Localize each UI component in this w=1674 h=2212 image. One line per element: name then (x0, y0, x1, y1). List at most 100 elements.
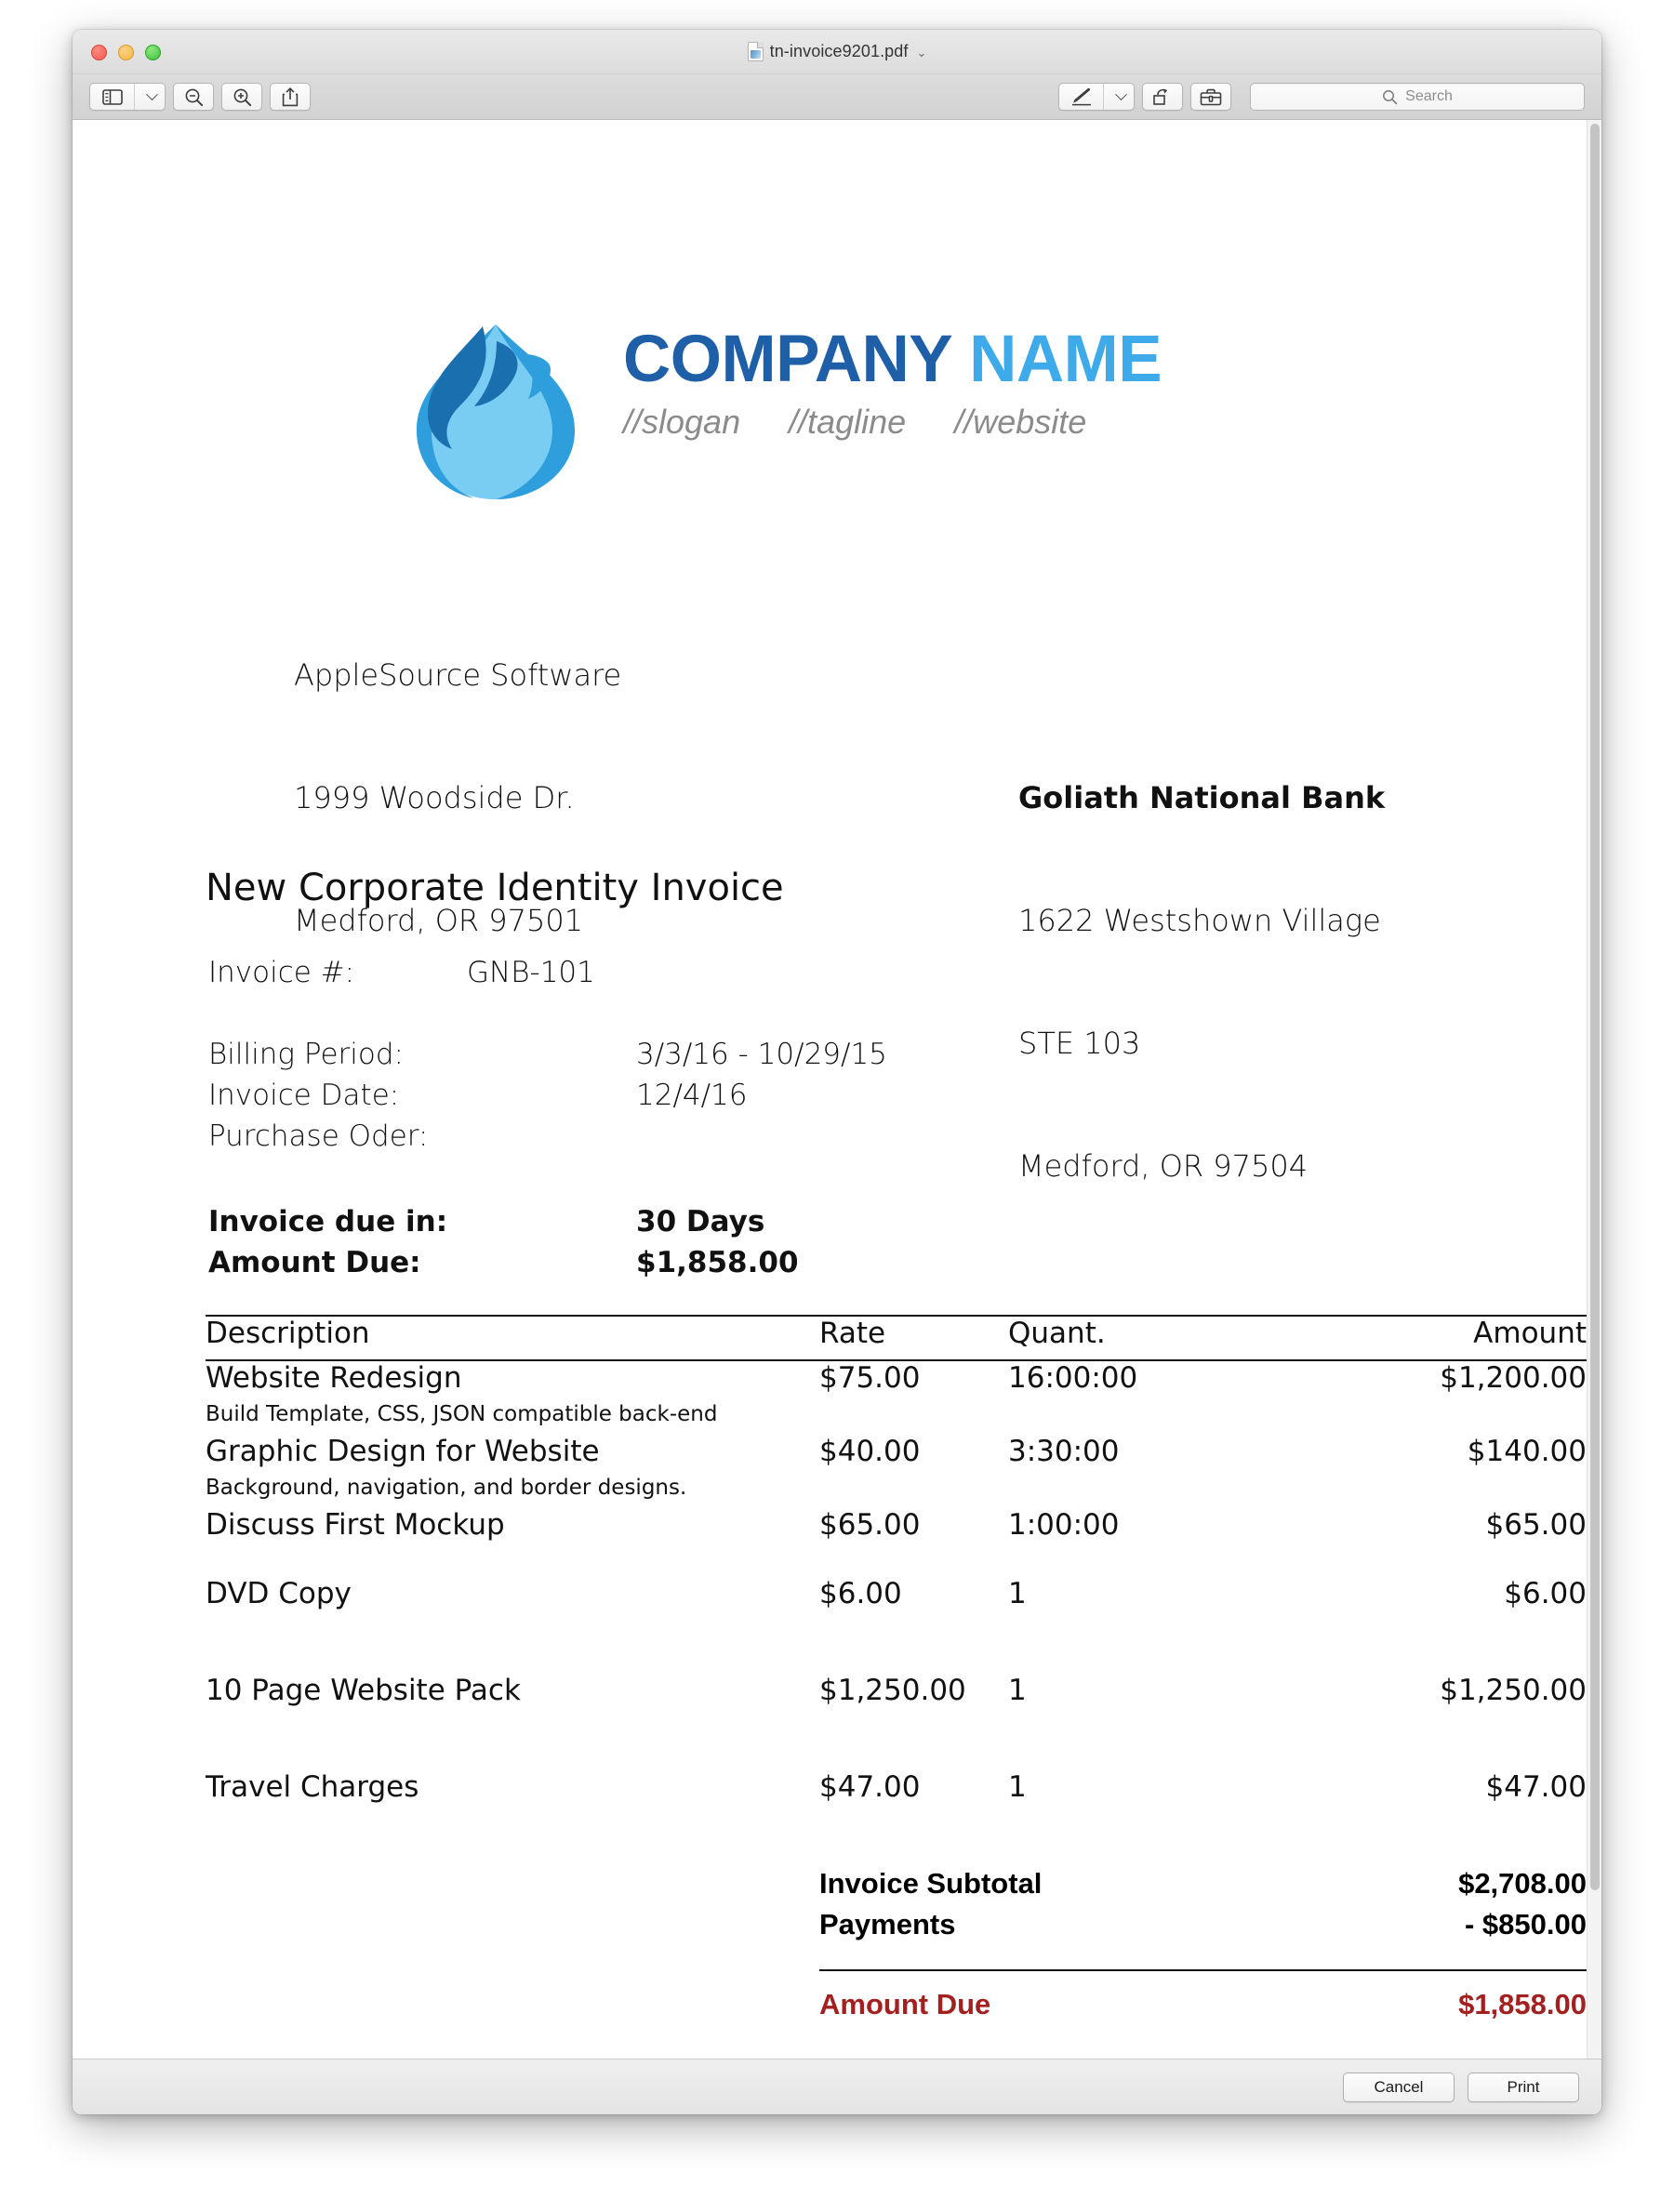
blue-flame-droplet-logo (417, 325, 575, 499)
subtotal-value: $2,708.00 (1458, 1867, 1587, 1900)
item-rate: $65.00 (819, 1508, 921, 1542)
item-amount: $140.00 (1467, 1435, 1587, 1468)
sidebar-toggle-icon[interactable] (90, 84, 135, 110)
markup-pen-icon[interactable] (1059, 84, 1104, 110)
scrollbar-thumb[interactable] (1590, 124, 1600, 1890)
vertical-scrollbar[interactable] (1587, 120, 1601, 2059)
amount-due-row: Amount Due $1,858.00 (206, 1988, 1587, 2029)
item-note-text: Background, navigation, and border desig… (206, 1476, 687, 1500)
window-titlebar: tn-invoice9201.pdf ⌄ (73, 30, 1601, 74)
window-title: tn-invoice9201.pdf (769, 42, 909, 60)
search-input[interactable]: Search (1250, 83, 1585, 111)
zoom-out-button[interactable] (173, 83, 214, 111)
toolbar-right-group: Search (1058, 83, 1585, 111)
item-rate: $6.00 (819, 1577, 902, 1610)
item-amount: $1,200.00 (1440, 1361, 1587, 1395)
item-amount: $47.00 (1485, 1770, 1587, 1804)
line-items-table: Description Rate Quant. Amount Website R… (206, 1315, 1587, 2029)
item-note: Build Template, CSS, JSON compatible bac… (206, 1402, 1587, 1435)
column-header-description: Description (206, 1317, 370, 1350)
item-quantity: 1 (1008, 1770, 1027, 1804)
item-rate: $1,250.00 (819, 1674, 966, 1707)
table-row: Travel Charges $47.00 1 $47.00 (206, 1770, 1587, 1811)
recipient-suite: STE 103 (1018, 1026, 1141, 1061)
table-row: Graphic Design for Website $40.00 3:30:0… (206, 1435, 1587, 1476)
amount-due-header-label: Amount Due: (208, 1246, 421, 1279)
subtotal-row: Invoice Subtotal $2,708.00 (206, 1867, 1587, 1908)
invoice-number-label: Invoice #: (208, 956, 355, 989)
row-spacer (206, 1811, 1587, 1839)
item-quantity: 3:30:00 (1008, 1435, 1120, 1468)
toolbox-icon (1200, 87, 1222, 106)
document-viewport: COMPANY NAME //slogan //tagline //websit… (73, 120, 1601, 2059)
search-placeholder-text: Search (1405, 88, 1453, 104)
search-icon (1382, 89, 1398, 105)
logo-name-part2: NAME (950, 323, 1162, 396)
item-quantity: 1 (1008, 1577, 1027, 1610)
invoice-date-label: Invoice Date: (208, 1079, 400, 1112)
logo-website: //website (954, 403, 1087, 441)
recipient-street: 1622 Westshown Village (1018, 903, 1381, 938)
totals-rule (819, 1969, 1587, 1971)
invoice-due-in-value: 30 Days (636, 1205, 765, 1238)
markup-chevron-down-icon[interactable] (1109, 84, 1134, 110)
billing-period-value: 3/3/16 - 10/29/15 (636, 1038, 887, 1071)
amount-due-value: $1,858.00 (1458, 1988, 1587, 2020)
column-header-rate: Rate (819, 1317, 886, 1350)
logo-taglines: //slogan //tagline //website (623, 403, 1162, 442)
zoom-in-button[interactable] (221, 83, 262, 111)
sidebar-chevron-down-icon[interactable] (140, 84, 165, 110)
markup-button[interactable] (1058, 83, 1135, 111)
row-spacer (206, 1549, 1587, 1577)
rotate-button[interactable] (1142, 83, 1183, 111)
item-quantity: 1 (1008, 1674, 1027, 1707)
item-description: Website Redesign (206, 1361, 462, 1395)
print-button[interactable]: Print (1468, 2072, 1579, 2102)
rotate-icon (1152, 87, 1174, 107)
cancel-button[interactable]: Cancel (1343, 2072, 1455, 2102)
amount-due-header-value: $1,858.00 (636, 1246, 799, 1279)
item-amount: $6.00 (1504, 1577, 1587, 1610)
table-header-row: Description Rate Quant. Amount (206, 1317, 1587, 1359)
window-title-group: tn-invoice9201.pdf ⌄ (73, 42, 1601, 61)
row-spacer (206, 1715, 1587, 1742)
table-row: Discuss First Mockup $65.00 1:00:00 $65.… (206, 1508, 1587, 1549)
row-spacer (206, 1618, 1587, 1646)
share-button[interactable] (270, 83, 311, 111)
table-row: DVD Copy $6.00 1 $6.00 (206, 1577, 1587, 1618)
toolkit-button[interactable] (1190, 83, 1231, 111)
amount-due-label: Amount Due (819, 1988, 991, 2020)
logo-wordmark: COMPANY NAME //slogan //tagline //websit… (623, 326, 1162, 442)
item-description: Discuss First Mockup (206, 1508, 505, 1542)
row-spacer (206, 1646, 1587, 1674)
item-description: 10 Page Website Pack (206, 1674, 521, 1707)
invoice-number-value: GNB-101 (467, 956, 595, 989)
item-description: Graphic Design for Website (206, 1435, 600, 1468)
share-icon (281, 86, 299, 107)
invoice-date-value: 12/4/16 (636, 1079, 748, 1112)
pdf-document-icon (747, 42, 764, 61)
table-row: Website Redesign $75.00 16:00:00 $1,200.… (206, 1361, 1587, 1402)
column-header-amount: Amount (1473, 1317, 1587, 1350)
payments-value: - $850.00 (1465, 1908, 1587, 1940)
dialog-footer: Cancel Print (73, 2059, 1601, 2114)
logo-tagline: //tagline (789, 403, 907, 441)
item-amount: $1,250.00 (1440, 1674, 1587, 1707)
purchase-order-label: Purchase Oder: (208, 1119, 429, 1153)
item-description: Travel Charges (206, 1770, 419, 1804)
table-row: 10 Page Website Pack $1,250.00 1 $1,250.… (206, 1674, 1587, 1715)
sender-company: AppleSource Software (294, 657, 622, 693)
sidebar-toggle-button[interactable] (89, 83, 166, 111)
payments-label: Payments (819, 1908, 956, 1940)
recipient-company: Goliath National Bank (1018, 780, 1386, 815)
title-chevron-down-icon[interactable]: ⌄ (917, 46, 927, 60)
recipient-city-state-zip: Medford, OR 97504 (1018, 1148, 1309, 1184)
logo-name-part1: COMPANY (623, 323, 951, 396)
invoice-due-in-label: Invoice due in: (208, 1205, 448, 1238)
item-quantity: 1:00:00 (1008, 1508, 1120, 1542)
preview-window: tn-invoice9201.pdf ⌄ Search COMPANY NAME… (73, 30, 1601, 2114)
desktop-background: tn-invoice9201.pdf ⌄ Search COMPANY NAME… (0, 0, 1674, 2212)
payments-row: Payments - $850.00 (206, 1908, 1587, 1949)
logo-company-name: COMPANY NAME (623, 326, 1162, 392)
company-logo: COMPANY NAME //slogan //tagline //websit… (389, 317, 1282, 517)
